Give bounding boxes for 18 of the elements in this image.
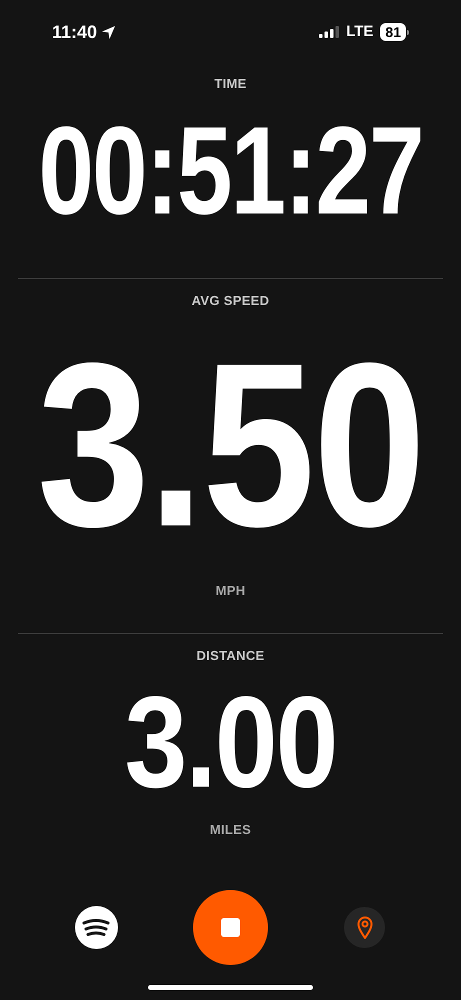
location-arrow-icon xyxy=(101,24,116,40)
battery-level: 81 xyxy=(380,23,406,41)
metric-value: 00:51:27 xyxy=(38,108,423,233)
signal-icon xyxy=(319,26,340,38)
location-pin-icon xyxy=(356,916,372,940)
metric-unit: MILES xyxy=(210,820,252,838)
metric-value: 3.50 xyxy=(36,328,424,562)
metric-label: DISTANCE xyxy=(196,647,265,665)
metric-label: TIME xyxy=(214,75,247,93)
sound-waves-icon xyxy=(82,918,110,938)
metric-label: AVG SPEED xyxy=(192,292,270,310)
stop-icon xyxy=(220,918,240,937)
metric-unit: MPH xyxy=(216,582,246,600)
music-button[interactable] xyxy=(74,906,118,949)
status-time: 11:40 xyxy=(52,20,98,44)
metric-value: 3.00 xyxy=(124,678,336,808)
network-type: LTE xyxy=(346,22,374,42)
map-button[interactable] xyxy=(344,907,385,948)
